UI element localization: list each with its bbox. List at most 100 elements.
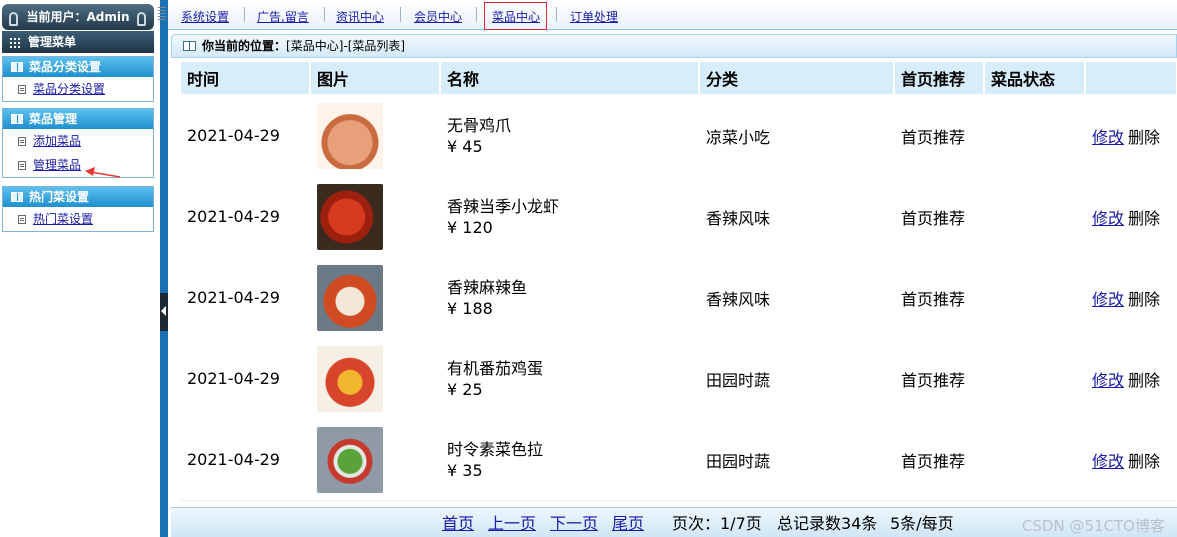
total-records: 总记录数34条 — [777, 514, 878, 533]
document-icon — [18, 215, 26, 224]
dish-recommend: 首页推荐 — [894, 256, 985, 339]
sidebar-item-manage-dishes: 管理菜品 — [3, 153, 153, 177]
nav-member-center[interactable]: 会员中心 — [414, 8, 462, 25]
dish-image — [317, 183, 383, 250]
dish-price: ¥ 25 — [447, 379, 483, 399]
dish-price: ¥ 188 — [447, 298, 493, 318]
menu-title: 管理菜单 — [2, 31, 154, 53]
prev-page-link[interactable]: 上一页 — [488, 508, 536, 537]
breadcrumb-label: 你当前的位置： — [202, 39, 287, 53]
edit-link[interactable]: 修改 — [1092, 371, 1124, 390]
dish-image — [317, 345, 383, 412]
first-page-link[interactable]: 首页 — [442, 508, 474, 537]
nav-news-center[interactable]: 资讯中心 — [336, 8, 384, 25]
dish-status — [984, 256, 1086, 339]
dish-table: 时间 图片 名称 分类 首页推荐 菜品状态 2021-04-29 无骨鸡爪 ¥ 45… — [181, 62, 1177, 501]
page-info: 页次：1/7页 — [672, 514, 762, 533]
nav-order-processing[interactable]: 订单处理 — [570, 8, 618, 25]
delete-link[interactable]: 删除 — [1128, 290, 1160, 309]
table-row: 2021-04-29 香辣当季小龙虾 ¥ 120 香辣风味 首页推荐 修改 删除 — [181, 175, 1177, 258]
watermark: CSDN @51CTO博客 — [1021, 517, 1165, 535]
edit-link[interactable]: 修改 — [1092, 209, 1124, 228]
delete-link[interactable]: 删除 — [1128, 452, 1160, 471]
last-page-link[interactable]: 尾页 — [612, 508, 644, 537]
dish-name-cell: 香辣当季小龙虾 ¥ 120 — [440, 175, 700, 258]
dish-status — [984, 337, 1086, 420]
grip-icon — [158, 7, 166, 21]
dish-category: 田园时蔬 — [699, 337, 895, 420]
column-header-category: 分类 — [699, 62, 895, 95]
dish-time: 2021-04-29 — [181, 337, 311, 420]
dish-recommend: 首页推荐 — [894, 94, 985, 177]
dish-name-cell: 有机番茄鸡蛋 ¥ 25 — [440, 337, 700, 420]
dish-category: 香辣风味 — [699, 175, 895, 258]
dish-actions: 修改 删除 — [1085, 94, 1177, 177]
pagination-bar: 首页 上一页 下一页 尾页 页次：1/7页 总记录数34条 5条/每页 CSDN… — [171, 507, 1177, 537]
document-icon — [18, 161, 26, 170]
next-page-link[interactable]: 下一页 — [550, 508, 598, 537]
dish-recommend: 首页推荐 — [894, 418, 985, 501]
dish-actions: 修改 删除 — [1085, 337, 1177, 420]
dish-name-cell: 香辣麻辣鱼 ¥ 188 — [440, 256, 700, 339]
dish-category: 凉菜小吃 — [699, 94, 895, 177]
dish-actions: 修改 删除 — [1085, 256, 1177, 339]
nav-divider — [244, 7, 245, 22]
edit-link[interactable]: 修改 — [1092, 452, 1124, 471]
dish-actions: 修改 删除 — [1085, 418, 1177, 501]
dish-price: ¥ 45 — [447, 136, 483, 156]
breadcrumb: 你当前的位置：[菜品中心]-[菜品列表] — [171, 34, 1177, 58]
dish-name: 时令素菜色拉 — [447, 439, 544, 459]
table-row: 2021-04-29 有机番茄鸡蛋 ¥ 25 田园时蔬 首页推荐 修改 删除 — [181, 337, 1177, 420]
dish-name: 香辣当季小龙虾 — [447, 196, 560, 216]
dish-time: 2021-04-29 — [181, 175, 311, 258]
sidebar-link[interactable]: 添加菜品 — [33, 134, 81, 148]
sidebar-link[interactable]: 菜品分类设置 — [33, 82, 105, 96]
dish-image-cell — [310, 337, 441, 420]
document-icon — [18, 85, 26, 94]
nav-dish-center[interactable]: 菜品中心 — [492, 8, 540, 25]
main-content: 你当前的位置：[菜品中心]-[菜品列表] 时间 图片 名称 分类 首页推荐 菜品… — [168, 31, 1177, 537]
delete-link[interactable]: 删除 — [1128, 209, 1160, 228]
sidebar-group-dish-management: 菜品管理 添加菜品 管理菜品 — [2, 108, 154, 178]
delete-link[interactable]: 删除 — [1128, 128, 1160, 147]
hook-icon — [9, 12, 18, 26]
dish-category: 香辣风味 — [699, 256, 895, 339]
dish-status — [984, 175, 1086, 258]
breadcrumb-path: [菜品中心]-[菜品列表] — [286, 39, 406, 53]
dish-price: ¥ 120 — [447, 217, 493, 237]
top-navigation: 系统设置 广告,留言 资讯中心 会员中心 菜品中心 订单处理 — [158, 0, 1177, 30]
table-header-row: 时间 图片 名称 分类 首页推荐 菜品状态 — [181, 62, 1177, 95]
sidebar-link[interactable]: 管理菜品 — [33, 158, 81, 172]
sidebar-link[interactable]: 热门菜设置 — [33, 212, 93, 226]
edit-link[interactable]: 修改 — [1092, 290, 1124, 309]
nav-divider — [324, 7, 325, 22]
column-header-actions — [1085, 62, 1177, 95]
nav-system-settings[interactable]: 系统设置 — [181, 8, 229, 25]
sidebar-group-hot-dish: 热门菜设置 热门菜设置 — [2, 186, 154, 232]
book-icon — [183, 41, 196, 51]
collapse-sidebar-toggle[interactable] — [160, 293, 168, 331]
dish-recommend: 首页推荐 — [894, 175, 985, 258]
dish-name: 香辣麻辣鱼 — [447, 277, 528, 297]
dish-image-cell — [310, 256, 441, 339]
nav-ads-messages[interactable]: 广告,留言 — [257, 8, 309, 25]
sidebar-group-header[interactable]: 热门菜设置 — [3, 187, 153, 207]
sidebar: 当前用户：Admin 管理菜单 菜品分类设置 菜品分类设置 菜品管理 添加菜品 … — [0, 0, 160, 537]
sidebar-group-header[interactable]: 菜品管理 — [3, 109, 153, 129]
dish-image — [317, 426, 383, 493]
dish-actions: 修改 删除 — [1085, 175, 1177, 258]
grid-icon — [9, 37, 22, 48]
edit-link[interactable]: 修改 — [1092, 128, 1124, 147]
sidebar-group-header[interactable]: 菜品分类设置 — [3, 57, 153, 77]
book-icon — [11, 114, 23, 124]
dish-category: 田园时蔬 — [699, 418, 895, 501]
dish-time: 2021-04-29 — [181, 94, 311, 177]
dish-image — [317, 264, 383, 331]
dish-name-cell: 无骨鸡爪 ¥ 45 — [440, 94, 700, 177]
page-size: 5条/每页 — [890, 514, 954, 533]
dish-name: 无骨鸡爪 — [447, 115, 512, 135]
delete-link[interactable]: 删除 — [1128, 371, 1160, 390]
dish-image-cell — [310, 94, 441, 177]
book-icon — [11, 192, 23, 202]
sidebar-splitter — [160, 0, 168, 537]
